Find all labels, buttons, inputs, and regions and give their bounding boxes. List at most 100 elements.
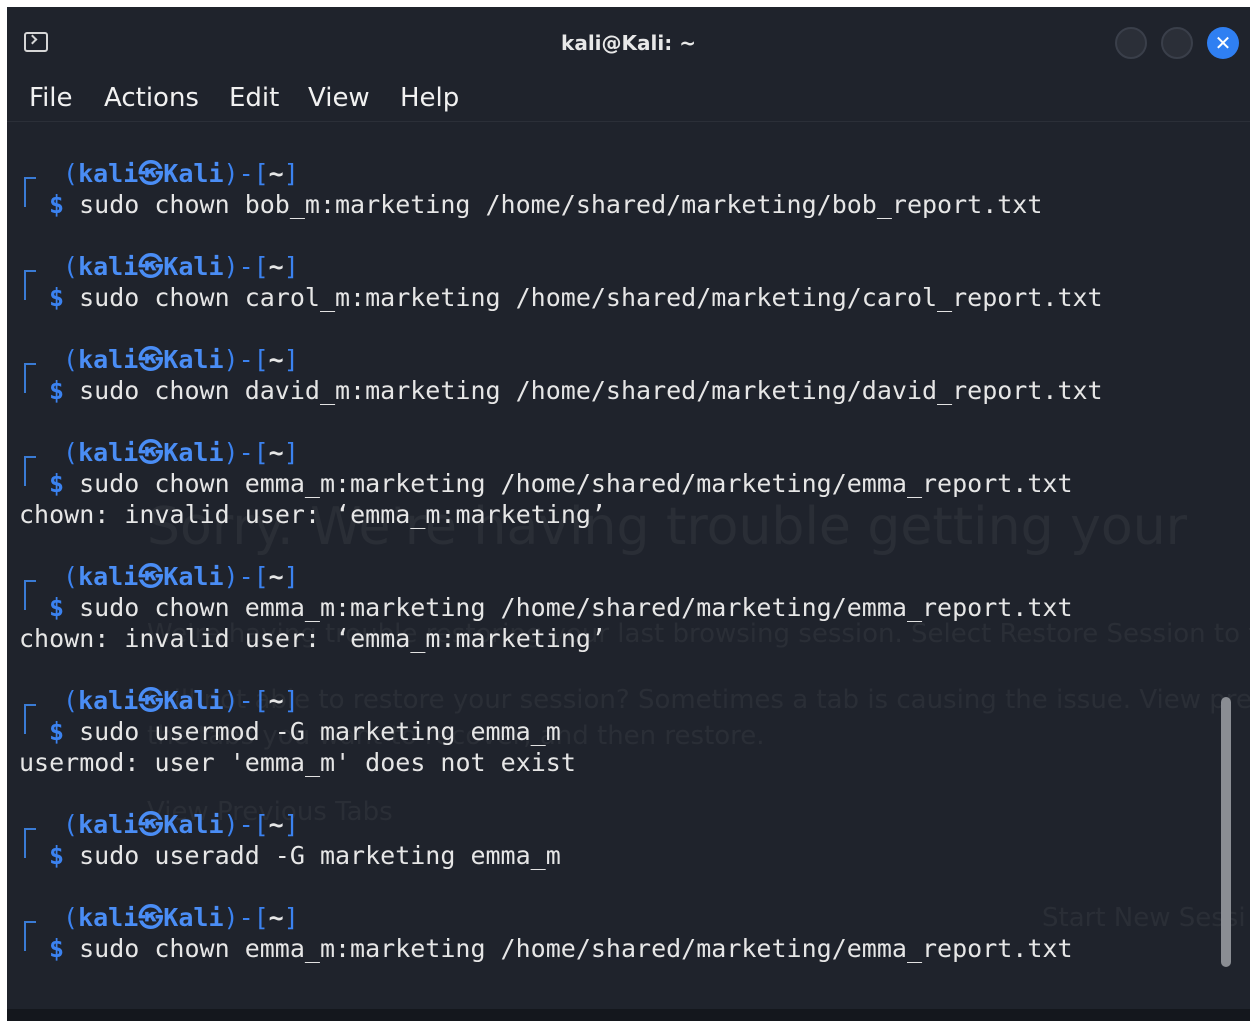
prompt-separator: )-[ [223,903,269,932]
prompt-host: Kali [163,810,224,839]
bottom-edge [7,1009,1250,1021]
prompt-host: Kali [163,159,224,188]
prompt-host: Kali [163,345,224,374]
prompt-line: (kali㉿Kali)-[~] [63,158,299,189]
command-text: sudo chown emma_m:marketing /home/shared… [79,469,1073,498]
command-block: (kali㉿Kali)-[~] $ sudo useradd -G marketi… [7,809,1250,871]
prompt-at-symbol: ㉿ [138,345,164,374]
scrollbar[interactable] [1221,697,1231,967]
command-text: sudo chown emma_m:marketing /home/shared… [79,593,1073,622]
command-output: usermod: user 'emma_m' does not exist [19,748,576,777]
prompt-host: Kali [163,252,224,281]
prompt-separator: )-[ [223,159,269,188]
title-bar: kali@Kali: ~ ✕ [7,7,1250,75]
prompt-directory: ~ [268,810,284,839]
terminal-output[interactable]: (kali㉿Kali)-[~] $ sudo chown bob_m:market… [7,147,1250,1021]
prompt-at-symbol: ㉿ [138,159,164,188]
prompt-bracket [24,828,36,858]
prompt-separator: )-[ [223,686,269,715]
prompt-directory: ~ [268,345,284,374]
prompt-line: (kali㉿Kali)-[~] [63,344,299,375]
maximize-button[interactable] [1161,27,1193,59]
prompt-open: ( [63,903,79,932]
command-line: $ sudo chown bob_m:marketing /home/share… [49,189,1042,220]
prompt-directory: ~ [268,903,284,932]
menu-file[interactable]: File [29,83,73,113]
command-block: (kali㉿Kali)-[~] $ sudo chown david_m:mark… [7,344,1250,406]
prompt-close: ] [283,686,299,715]
prompt-at-symbol: ㉿ [138,252,164,281]
prompt-open: ( [63,438,79,467]
command-text: sudo chown bob_m:marketing /home/shared/… [79,190,1043,219]
prompt-user: kali [78,686,139,715]
prompt-bracket [24,921,36,951]
prompt-close: ] [283,810,299,839]
prompt-dollar: $ [49,593,65,622]
prompt-line: (kali㉿Kali)-[~] [63,809,299,840]
prompt-user: kali [78,438,139,467]
prompt-separator: )-[ [223,345,269,374]
command-block: (kali㉿Kali)-[~] $ sudo chown carol_m:mark… [7,251,1250,313]
prompt-host: Kali [163,438,224,467]
prompt-close: ] [283,438,299,467]
prompt-line: (kali㉿Kali)-[~] [63,251,299,282]
menu-view[interactable]: View [308,83,370,113]
command-text: sudo chown carol_m:marketing /home/share… [79,283,1103,312]
prompt-close: ] [283,252,299,281]
prompt-dollar: $ [49,469,65,498]
close-icon[interactable]: ✕ [1207,27,1239,59]
minimize-button[interactable] [1115,27,1147,59]
command-block: (kali㉿Kali)-[~] $ sudo usermod -G marketi… [7,685,1250,778]
prompt-separator: )-[ [223,438,269,467]
prompt-dollar: $ [49,934,65,963]
command-line: $ sudo useradd -G marketing emma_m [49,840,561,871]
prompt-at-symbol: ㉿ [138,562,164,591]
prompt-directory: ~ [268,159,284,188]
prompt-close: ] [283,903,299,932]
prompt-dollar: $ [49,283,65,312]
menu-edit[interactable]: Edit [229,83,279,113]
prompt-open: ( [63,345,79,374]
prompt-line: (kali㉿Kali)-[~] [63,561,299,592]
prompt-at-symbol: ㉿ [138,438,164,467]
prompt-separator: )-[ [223,252,269,281]
menu-help[interactable]: Help [400,83,459,113]
window-title: kali@Kali: ~ [561,31,696,55]
prompt-open: ( [63,562,79,591]
prompt-user: kali [78,252,139,281]
prompt-user: kali [78,345,139,374]
command-line: $ sudo chown emma_m:marketing /home/shar… [49,592,1073,623]
terminal-window: kali@Kali: ~ ✕ File Actions Edit View He… [7,7,1250,1021]
prompt-bracket [24,580,36,610]
prompt-host: Kali [163,903,224,932]
command-block: (kali㉿Kali)-[~] $ sudo chown emma_m:marke… [7,561,1250,654]
menu-bar: File Actions Edit View Help [7,75,1250,122]
prompt-open: ( [63,810,79,839]
prompt-dollar: $ [49,376,65,405]
prompt-at-symbol: ㉿ [138,810,164,839]
prompt-close: ] [283,562,299,591]
prompt-directory: ~ [268,562,284,591]
prompt-close: ] [283,345,299,374]
command-block: (kali㉿Kali)-[~] $ sudo chown emma_m:marke… [7,902,1250,964]
prompt-open: ( [63,252,79,281]
prompt-bracket [24,456,36,486]
command-output: chown: invalid user: ‘emma_m:marketing’ [19,624,606,653]
prompt-directory: ~ [268,252,284,281]
prompt-line: (kali㉿Kali)-[~] [63,902,299,933]
prompt-directory: ~ [268,686,284,715]
prompt-at-symbol: ㉿ [138,686,164,715]
prompt-close: ] [283,159,299,188]
command-line: $ sudo chown emma_m:marketing /home/shar… [49,933,1073,964]
command-text: sudo chown david_m:marketing /home/share… [79,376,1103,405]
prompt-bracket [24,177,36,207]
prompt-user: kali [78,562,139,591]
command-output: chown: invalid user: ‘emma_m:marketing’ [19,500,606,529]
prompt-line: (kali㉿Kali)-[~] [63,437,299,468]
menu-actions[interactable]: Actions [104,83,199,113]
prompt-open: ( [63,159,79,188]
command-text: sudo chown emma_m:marketing /home/shared… [79,934,1073,963]
prompt-bracket [24,704,36,734]
command-line: $ sudo chown emma_m:marketing /home/shar… [49,468,1073,499]
prompt-user: kali [78,159,139,188]
